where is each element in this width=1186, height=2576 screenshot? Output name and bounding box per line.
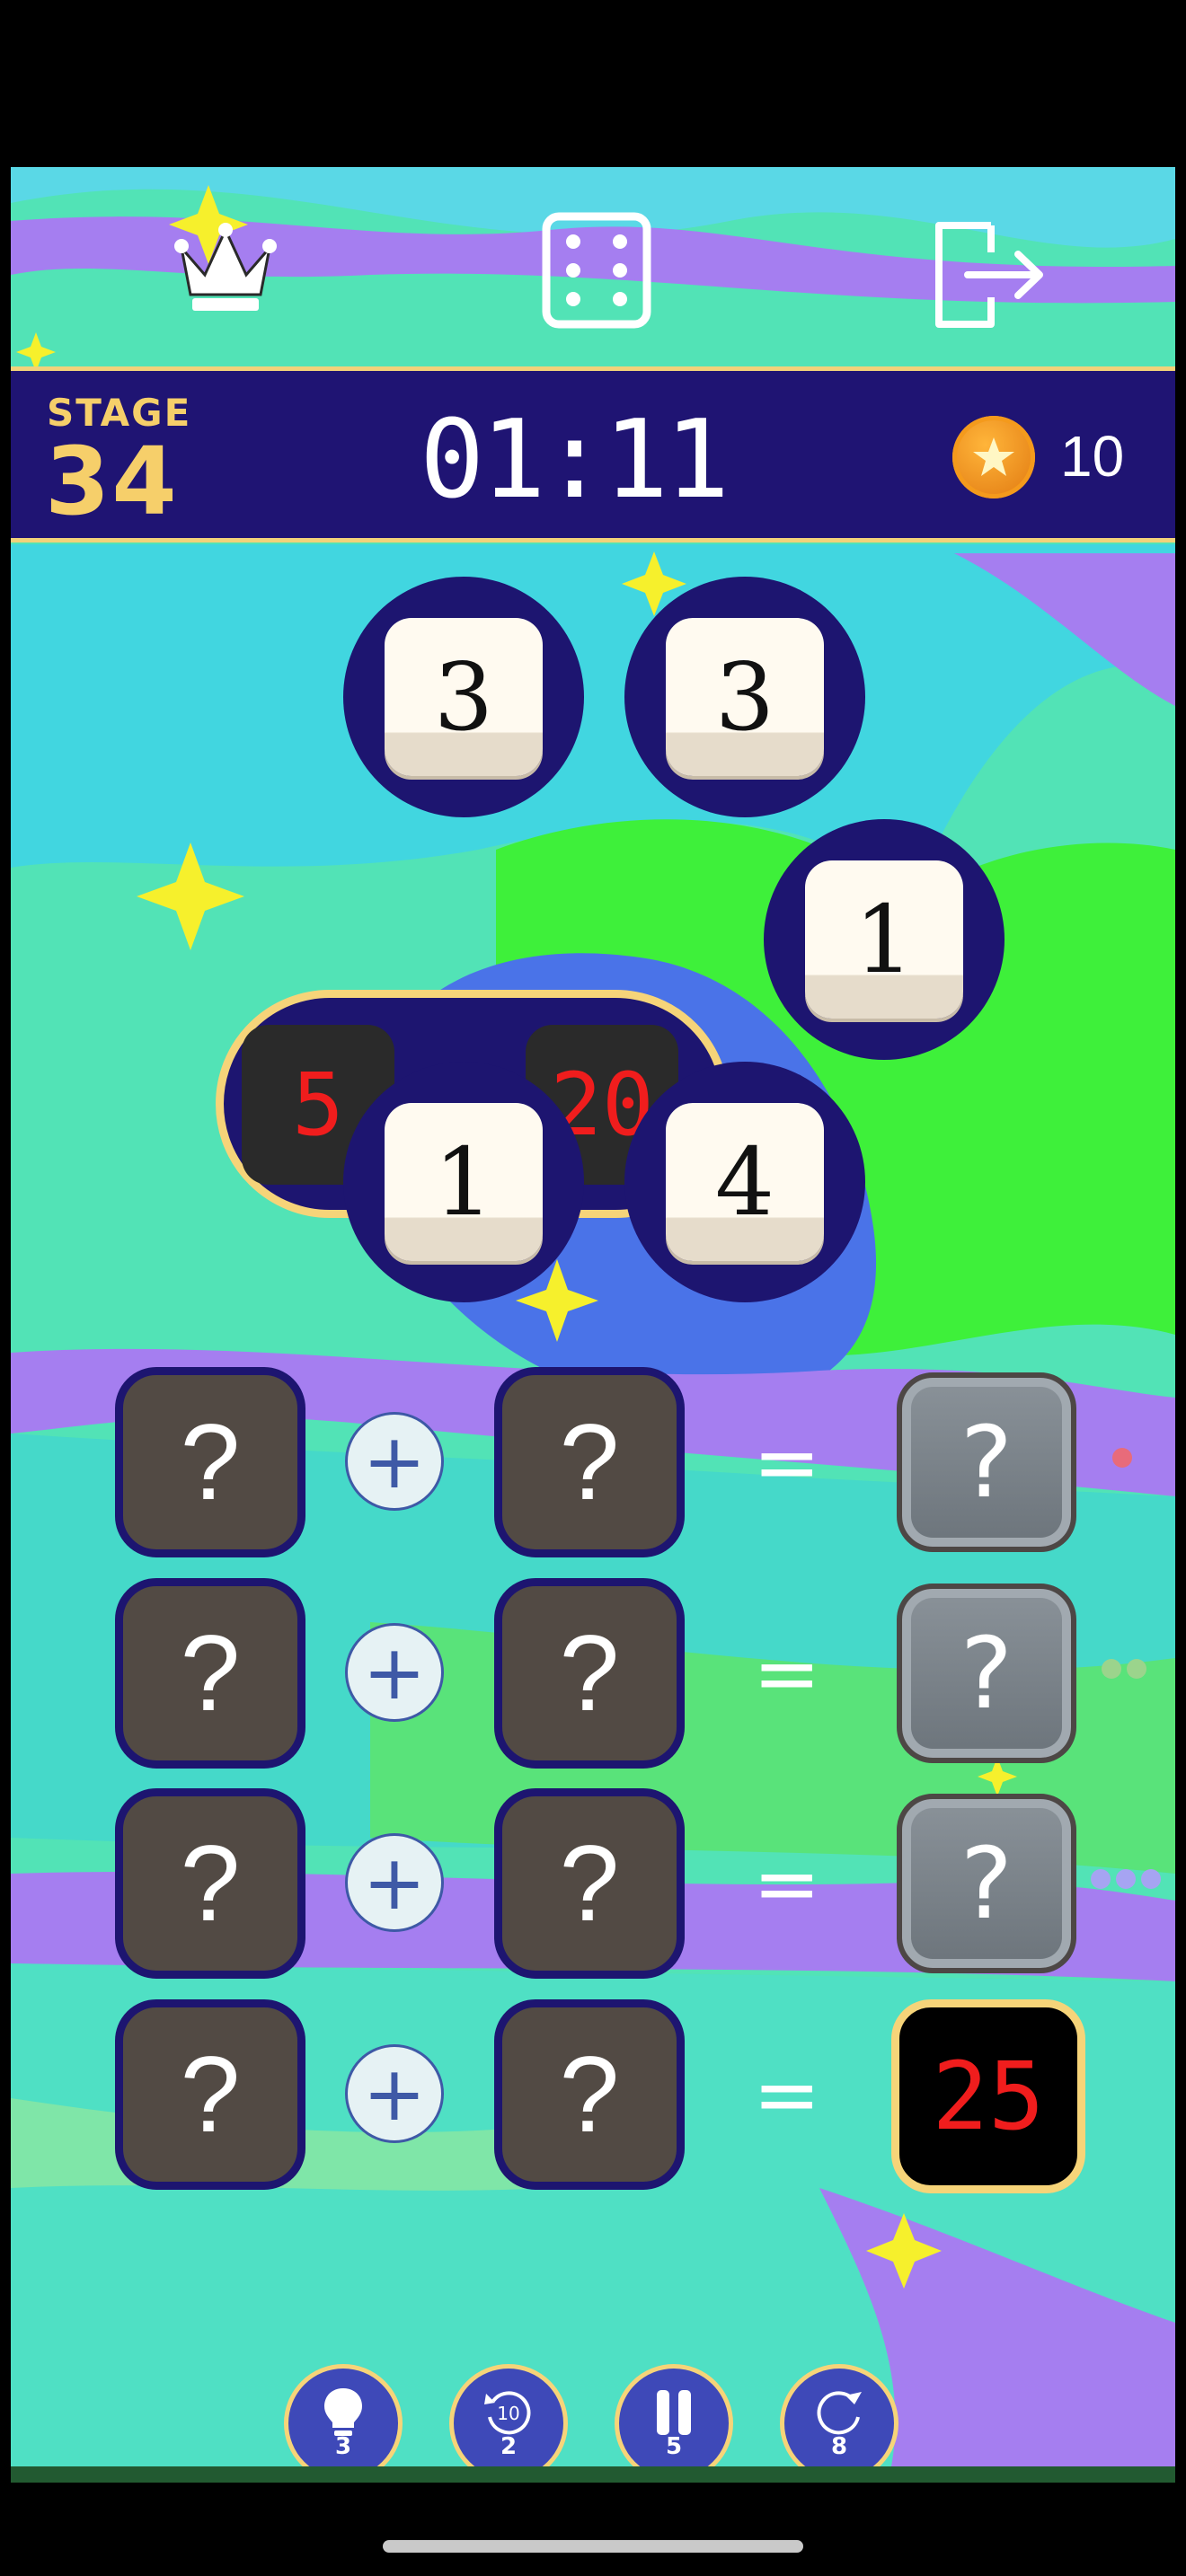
rewind-button[interactable]: 10 2 xyxy=(449,2364,568,2483)
number-tile[interactable]: 3 xyxy=(666,614,824,776)
left-operand-slot[interactable]: ? xyxy=(115,1788,305,1979)
operator-button[interactable]: + xyxy=(345,2044,444,2143)
lightbulb-icon xyxy=(324,2388,362,2436)
number-tile-circle[interactable]: 4 xyxy=(624,1062,865,1302)
result-slot: ? xyxy=(897,1794,1076,1973)
left-operand-slot[interactable]: ? xyxy=(115,1578,305,1769)
rewind-count: 2 xyxy=(500,2433,518,2460)
equation-row-1: ? + ? = ? xyxy=(11,1367,1175,1557)
operator-button[interactable]: + xyxy=(345,1412,444,1511)
number-tile-circle[interactable]: 1 xyxy=(343,1062,584,1302)
operator-button[interactable]: + xyxy=(345,1623,444,1722)
number-tile[interactable]: 3 xyxy=(385,614,543,776)
right-operand-slot[interactable]: ? xyxy=(494,1788,685,1979)
equation-row-4: ? + ? = 25 xyxy=(11,1999,1175,2193)
redo-count: 8 xyxy=(830,2433,848,2460)
equals-sign: = xyxy=(753,1837,821,1931)
result-slot: ? xyxy=(897,1584,1076,1763)
right-operand-slot[interactable]: ? xyxy=(494,1578,685,1769)
redo-icon xyxy=(817,2391,862,2435)
svg-text:10: 10 xyxy=(497,2403,519,2424)
equation-row-2: ? + ? = ? xyxy=(11,1578,1175,1769)
redo-button[interactable]: 8 xyxy=(780,2364,898,2483)
equals-sign: = xyxy=(753,1416,821,1510)
right-operand-slot[interactable]: ? xyxy=(494,1367,685,1557)
pause-count: 5 xyxy=(665,2433,683,2460)
timer: 01:11 xyxy=(420,398,730,523)
game-screen: STAGE 34 01:11 10 3 3 5 20 1 1 4 ? + ? =… xyxy=(11,167,1175,2483)
number-tile-circle[interactable]: 3 xyxy=(343,577,584,817)
rewind-10-icon: 10 xyxy=(484,2391,531,2435)
level-dots xyxy=(1091,1869,1161,1889)
exit-button[interactable] xyxy=(916,203,1051,338)
home-indicator xyxy=(383,2540,803,2553)
target-result: 25 xyxy=(891,1999,1085,2193)
left-operand-slot[interactable]: ? xyxy=(115,1367,305,1557)
level-dots xyxy=(1102,1659,1146,1679)
stage-header: STAGE 34 01:11 10 xyxy=(11,366,1175,543)
random-puzzle-button[interactable] xyxy=(529,203,664,338)
operator-button[interactable]: + xyxy=(345,1833,444,1932)
crown-icon xyxy=(174,223,277,311)
result-slot: ? xyxy=(897,1372,1076,1552)
number-tile[interactable]: 1 xyxy=(805,857,963,1019)
leaderboard-button[interactable] xyxy=(158,203,293,338)
number-tile-circle[interactable]: 1 xyxy=(764,819,1005,1060)
equals-sign: = xyxy=(753,2048,821,2142)
number-tile-circle[interactable]: 3 xyxy=(624,577,865,817)
hint-count: 3 xyxy=(334,2433,352,2460)
dice-icon xyxy=(542,212,651,329)
bottom-bar: 14 xyxy=(11,2466,1175,2483)
equals-sign: = xyxy=(753,1627,821,1721)
level-dots xyxy=(1112,1448,1132,1468)
exit-icon xyxy=(935,222,1043,328)
number-tile[interactable]: 4 xyxy=(666,1099,824,1261)
number-tile[interactable]: 1 xyxy=(385,1099,543,1261)
left-operand-slot[interactable]: ? xyxy=(115,1999,305,2190)
right-operand-slot[interactable]: ? xyxy=(494,1999,685,2190)
coin-icon xyxy=(952,416,1035,498)
stage-number: 34 xyxy=(45,427,179,536)
pause-icon xyxy=(657,2390,691,2435)
hint-button[interactable]: 3 xyxy=(284,2364,403,2483)
pause-button[interactable]: 5 xyxy=(615,2364,733,2483)
coin-count: 10 xyxy=(1060,424,1125,489)
equation-row-3: ? + ? = ? xyxy=(11,1788,1175,1979)
